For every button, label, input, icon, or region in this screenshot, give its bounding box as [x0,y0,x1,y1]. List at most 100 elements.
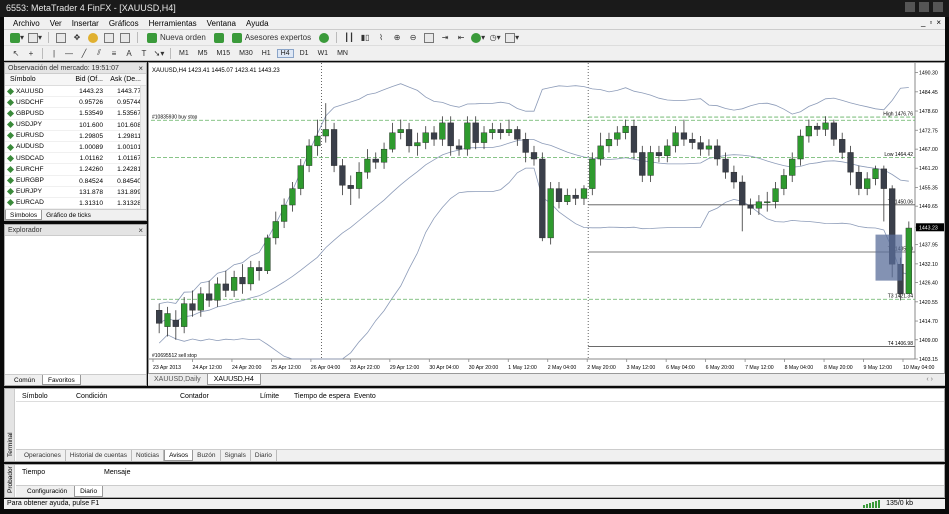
timeframe-m15[interactable]: M15 [213,50,233,57]
candlestick-icon[interactable]: ▮▯ [359,32,371,44]
horizontal-line-icon[interactable]: — [63,47,75,59]
column-counter[interactable]: Contador [180,391,260,401]
menu-ventana[interactable]: Ventana [202,17,241,30]
new-chart-icon[interactable]: ▾ [10,32,24,44]
column-condition[interactable]: Condición [76,391,180,401]
market-watch-row[interactable]: GBPUSD 1.53549 1.53567 [5,108,146,120]
timeframe-d1[interactable]: D1 [297,50,312,57]
menu-herramientas[interactable]: Herramientas [144,17,202,30]
column-limit[interactable]: Límite [260,391,294,401]
zoom-out-icon[interactable]: ⊖ [407,32,419,44]
menu-ver[interactable]: Ver [45,17,67,30]
market-watch-row[interactable]: XAUUSD 1443.23 1443.77 [5,86,146,98]
navigator-icon[interactable] [87,32,99,44]
bar-chart-icon[interactable]: ┃┃ [343,32,355,44]
menu-archivo[interactable]: Archivo [8,17,45,30]
autoscroll-icon[interactable]: ⇤ [455,32,467,44]
column-time[interactable]: Tiempo [16,467,104,478]
candle-body [547,188,554,239]
market-watch-row[interactable]: USDCAD 1.01162 1.01167 [5,153,146,165]
timeframe-m1[interactable]: M1 [176,50,192,57]
market-watch-row[interactable]: EURJPY 131.878 131.899 [5,187,146,198]
chart-window[interactable]: XAUUSD,H4 1423.41 1445.07 1423.41 1443.2… [148,62,945,374]
tester-icon[interactable] [119,32,131,44]
tab-tester-journal[interactable]: Diario [74,486,104,497]
periods-icon[interactable]: ◷▾ [489,32,501,44]
chart-shift-icon[interactable]: ⇥ [439,32,451,44]
child-minimize-icon[interactable]: _ [921,18,925,27]
market-watch-row[interactable]: EURCHF 1.24260 1.24281 [5,164,146,176]
menu-graficos[interactable]: Gráficos [104,17,144,30]
new-order-label: Nueva orden [160,33,206,42]
child-close-icon[interactable]: × [936,18,941,27]
timeframe-w1[interactable]: W1 [315,50,332,57]
price-chart[interactable]: XAUUSD,H4 1423.41 1445.07 1423.41 1443.2… [149,63,946,375]
text-label-icon[interactable]: T [138,47,150,59]
fibonacci-icon[interactable]: ≡ [108,47,120,59]
child-restore-icon[interactable]: ▫ [929,18,932,27]
timeframe-h1[interactable]: H1 [259,50,274,57]
close-icon[interactable]: × [138,225,143,236]
column-ask[interactable]: Ask (De... [103,74,141,85]
tab-symbols[interactable]: Símbolos [5,210,43,220]
market-watch-row[interactable]: EURGBP 0.84524 0.84540 [5,176,146,187]
trendline-icon[interactable]: ╱ [78,47,90,59]
tab-chart-h4[interactable]: XAUUSD,H4 [206,374,261,385]
tab-account-history[interactable]: Historial de cuentas [66,450,132,461]
terminal-icon[interactable] [103,32,115,44]
line-chart-icon[interactable]: ⌇ [375,32,387,44]
close-button[interactable] [933,2,943,12]
tab-favorites[interactable]: Favoritos [41,375,81,385]
market-watch-scrollbar[interactable] [140,86,146,210]
zoom-in-icon[interactable]: ⊕ [391,32,403,44]
minimize-button[interactable] [905,2,915,12]
data-window-icon[interactable]: ✥ [71,32,83,44]
tab-journal[interactable]: Diario [251,450,277,461]
market-watch-icon[interactable] [55,32,67,44]
vertical-line-icon[interactable]: | [48,47,60,59]
column-message[interactable]: Mensaje [104,467,130,478]
tab-common[interactable]: Común [9,375,40,385]
market-watch-row[interactable]: USDCHF 0.95726 0.95744 [5,97,146,109]
crosshair-icon[interactable]: + [25,47,37,59]
menu-insertar[interactable]: Insertar [67,17,104,30]
tab-trade[interactable]: Operaciones [20,450,66,461]
column-bid[interactable]: Bid (Of... [65,74,103,85]
tab-mailbox[interactable]: Buzón [193,450,221,461]
market-watch-row[interactable]: EURCAD 1.31310 1.31328 [5,198,146,210]
maximize-button[interactable] [919,2,929,12]
timeframe-mn[interactable]: MN [334,50,351,57]
connection-status[interactable]: 135/0 kb [863,499,913,509]
menu-ayuda[interactable]: Ayuda [241,17,274,30]
tab-settings[interactable]: Configuración [22,486,72,497]
profiles-icon[interactable]: ▾ [28,32,42,44]
column-event[interactable]: Evento [354,391,414,401]
tab-scroll-icon[interactable]: ‹ › [920,374,939,386]
market-watch-row[interactable]: USDJPY 101.600 101.608 [5,120,146,131]
templates-icon[interactable]: ▾ [505,32,519,44]
market-watch-row[interactable]: AUDUSD 1.00089 1.00101 [5,142,146,154]
tab-tick-chart[interactable]: Gráfico de ticks [42,210,95,220]
text-icon[interactable]: A [123,47,135,59]
cursor-icon[interactable]: ↖ [10,47,22,59]
timeframe-m30[interactable]: M30 [236,50,256,57]
column-symbol[interactable]: Símbolo [5,74,65,85]
tile-windows-icon[interactable] [423,32,435,44]
close-icon[interactable]: × [138,63,143,74]
new-order-button[interactable]: Nueva orden [144,32,209,44]
timeframe-m5[interactable]: M5 [195,50,211,57]
market-watch-row[interactable]: EURUSD 1.29805 1.29811 [5,131,146,142]
tab-news[interactable]: Noticias [132,450,165,461]
channel-icon[interactable]: ⫽ [93,47,105,59]
arrows-icon[interactable]: ➘▾ [153,47,165,59]
tab-chart-daily[interactable]: XAUUSD,Daily [148,374,207,385]
metaeditor-icon[interactable] [213,32,225,44]
tab-alerts[interactable]: Avisos [164,450,194,461]
column-timeout[interactable]: Tiempo de espera [294,391,354,401]
indicators-icon[interactable]: ▾ [471,32,485,44]
column-symbol[interactable]: Símbolo [16,391,76,401]
timeframe-h4[interactable]: H4 [276,48,294,58]
tab-signals[interactable]: Signals [221,450,251,461]
expert-advisors-button[interactable]: Asesores expertos [229,32,314,44]
autotrading-icon[interactable] [318,32,330,44]
